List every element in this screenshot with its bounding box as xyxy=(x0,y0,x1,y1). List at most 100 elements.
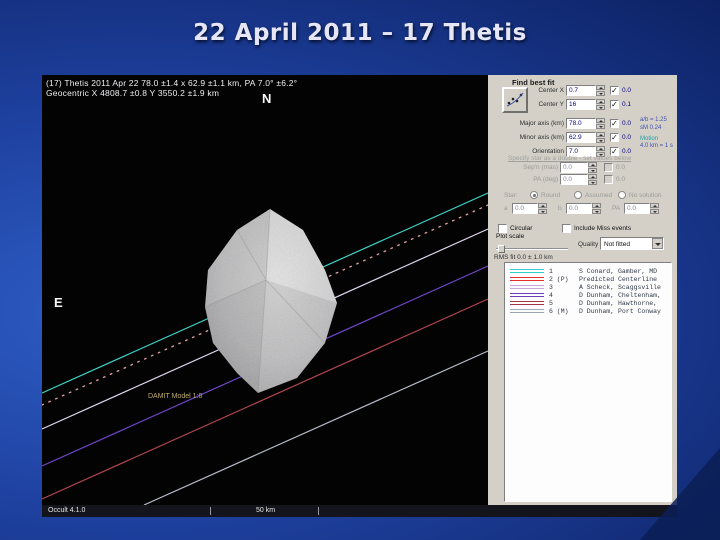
statusbar-separator xyxy=(210,507,211,515)
double-star-link[interactable]: Specify star as a double - set values be… xyxy=(508,155,631,162)
separation-input[interactable]: 0.0 xyxy=(560,162,588,173)
minor-axis-checkbox[interactable] xyxy=(610,133,619,142)
chevron-down-icon[interactable] xyxy=(652,238,663,249)
radio-label: Assumed xyxy=(585,192,612,199)
chord-color-swatch xyxy=(510,269,544,273)
chord-number: 5 xyxy=(549,300,553,307)
scale-bar-label: 50 km xyxy=(256,507,275,514)
pa-input[interactable]: 0.0 xyxy=(560,174,588,185)
quality-value: Not fitted xyxy=(604,241,630,248)
chord-number: 2 (P) xyxy=(549,276,569,283)
sm-note: sM 0.24 xyxy=(640,125,661,131)
minor-axis-stepper[interactable] xyxy=(596,132,605,143)
separation-stepper[interactable] xyxy=(588,162,597,173)
separation-checkbox[interactable] xyxy=(604,163,613,172)
observer-name: S Conard, Gamber, MD xyxy=(579,268,657,275)
separation-row: Sep'n (mas) 0.0 0.0 xyxy=(488,162,677,174)
field-label: Sep'n (mas) xyxy=(488,164,558,171)
chord-color-swatch xyxy=(510,277,544,281)
star-label: Star: xyxy=(504,192,518,199)
app-version-label: Occult 4.1.0 xyxy=(48,507,85,514)
chord-number: 3 xyxy=(549,284,553,291)
axes-ratio-note: a/b = 1.25 xyxy=(640,117,667,123)
quality-dropdown[interactable]: Not fitted xyxy=(600,237,664,250)
motion-scale-note: 4.0 km = 1 s xyxy=(640,143,673,149)
observer-name: Predicted Centerline xyxy=(579,276,657,283)
fit-row-center-x: Center X 0.7 0.0 xyxy=(488,85,677,97)
pa-row: PA (deg) 0.0 0.0 xyxy=(488,174,677,186)
sigma-value: 0.0 xyxy=(622,148,631,155)
include-miss-checkbox[interactable] xyxy=(562,224,571,233)
chord-color-swatch xyxy=(510,301,544,305)
slide-title: 22 April 2011 – 17 Thetis xyxy=(0,20,720,46)
asteroid-shape-model xyxy=(205,209,337,393)
observer-name: D Dunham, Cheltenham, xyxy=(579,292,661,299)
param-pa-input[interactable]: 0.0 xyxy=(624,203,650,214)
legend-row[interactable]: 2 (P) Predicted Centerline xyxy=(505,276,671,284)
star-option-radio[interactable] xyxy=(530,191,538,199)
chord-color-swatch xyxy=(510,285,544,289)
plot-canvas xyxy=(42,75,488,505)
legend-row[interactable]: 1 S Conard, Gamber, MD xyxy=(505,268,671,276)
field-label: Major axis (km) xyxy=(488,120,564,127)
center-y-stepper[interactable] xyxy=(596,99,605,110)
legend-row[interactable]: 4 D Dunham, Cheltenham, xyxy=(505,292,671,300)
param-b-input[interactable]: 0.0 xyxy=(566,203,592,214)
param-pa-stepper[interactable] xyxy=(650,203,659,214)
motion-note: Motion xyxy=(640,136,658,142)
circular-checkbox[interactable] xyxy=(498,224,507,233)
slider-track xyxy=(496,248,568,250)
chord-number: 6 (M) xyxy=(549,308,569,315)
sigma-value: 0.0 xyxy=(616,164,625,171)
radio-label: Round xyxy=(541,192,560,199)
chord-color-swatch xyxy=(510,293,544,297)
observer-name: A Scheck, Scaggsville xyxy=(579,284,661,291)
minor-axis-input[interactable]: 62.9 xyxy=(566,132,596,143)
pa-stepper[interactable] xyxy=(588,174,597,185)
field-label: PA (deg) xyxy=(488,176,558,183)
param-a-input[interactable]: 0.0 xyxy=(512,203,538,214)
legend-row[interactable]: 5 D Dunham, Hawthorne, xyxy=(505,300,671,308)
field-label: Center X xyxy=(488,87,564,94)
chord-number: 4 xyxy=(549,292,553,299)
field-label: Orientation xyxy=(488,148,564,155)
sigma-value: 0.0 xyxy=(622,134,631,141)
legend-row[interactable]: 3 A Scheck, Scaggsville xyxy=(505,284,671,292)
major-axis-stepper[interactable] xyxy=(596,118,605,129)
center-x-input[interactable]: 0.7 xyxy=(566,85,596,96)
center-y-checkbox[interactable] xyxy=(610,100,619,109)
pa-checkbox[interactable] xyxy=(604,175,613,184)
star-option-radio[interactable] xyxy=(574,191,582,199)
ellipse-params-row: a 0.0 b 0.0 PA 0.0 xyxy=(488,203,677,215)
major-axis-input[interactable]: 78.0 xyxy=(566,118,596,129)
north-direction-label: N xyxy=(262,91,271,106)
plot-scale-slider[interactable] xyxy=(496,245,568,253)
include-miss-label: Include Miss events xyxy=(574,225,631,232)
rms-fit-text: RMS fit 0.0 ± 1.0 km xyxy=(494,254,553,261)
plot-scale-label: Plot scale xyxy=(496,233,524,240)
presentation-slide: 22 April 2011 – 17 Thetis xyxy=(0,0,720,540)
fit-control-panel: Find best fit Center X 0.7 0.0 Center Y … xyxy=(488,75,677,505)
sigma-value: 0.0 xyxy=(622,120,631,127)
chord-color-swatch xyxy=(510,309,544,313)
field-label: Minor axis (km) xyxy=(488,134,564,141)
slider-thumb[interactable] xyxy=(498,245,505,253)
legend-row[interactable]: 6 (M) D Dunham, Port Conway xyxy=(505,308,671,316)
center-y-input[interactable]: 16 xyxy=(566,99,596,110)
param-b-stepper[interactable] xyxy=(592,203,601,214)
center-x-checkbox[interactable] xyxy=(610,86,619,95)
star-option-radio[interactable] xyxy=(618,191,626,199)
quality-label: Quality xyxy=(578,241,598,248)
chord-number: 1 xyxy=(549,268,553,275)
plot-header-line2: Geocentric X 4808.7 ±0.8 Y 3550.2 ±1.9 k… xyxy=(46,88,219,98)
param-a-stepper[interactable] xyxy=(538,203,547,214)
circular-label: Circular xyxy=(510,225,532,232)
observer-legend-list: 1 S Conard, Gamber, MD 2 (P) Predicted C… xyxy=(504,262,672,502)
statusbar-separator xyxy=(318,507,319,515)
center-x-stepper[interactable] xyxy=(596,85,605,96)
major-axis-checkbox[interactable] xyxy=(610,119,619,128)
fit-row-center-y: Center Y 16 0.1 xyxy=(488,99,677,111)
status-bar: Occult 4.1.0 50 km xyxy=(42,505,677,517)
sigma-value: 0.1 xyxy=(622,101,631,108)
east-direction-label: E xyxy=(54,295,63,310)
